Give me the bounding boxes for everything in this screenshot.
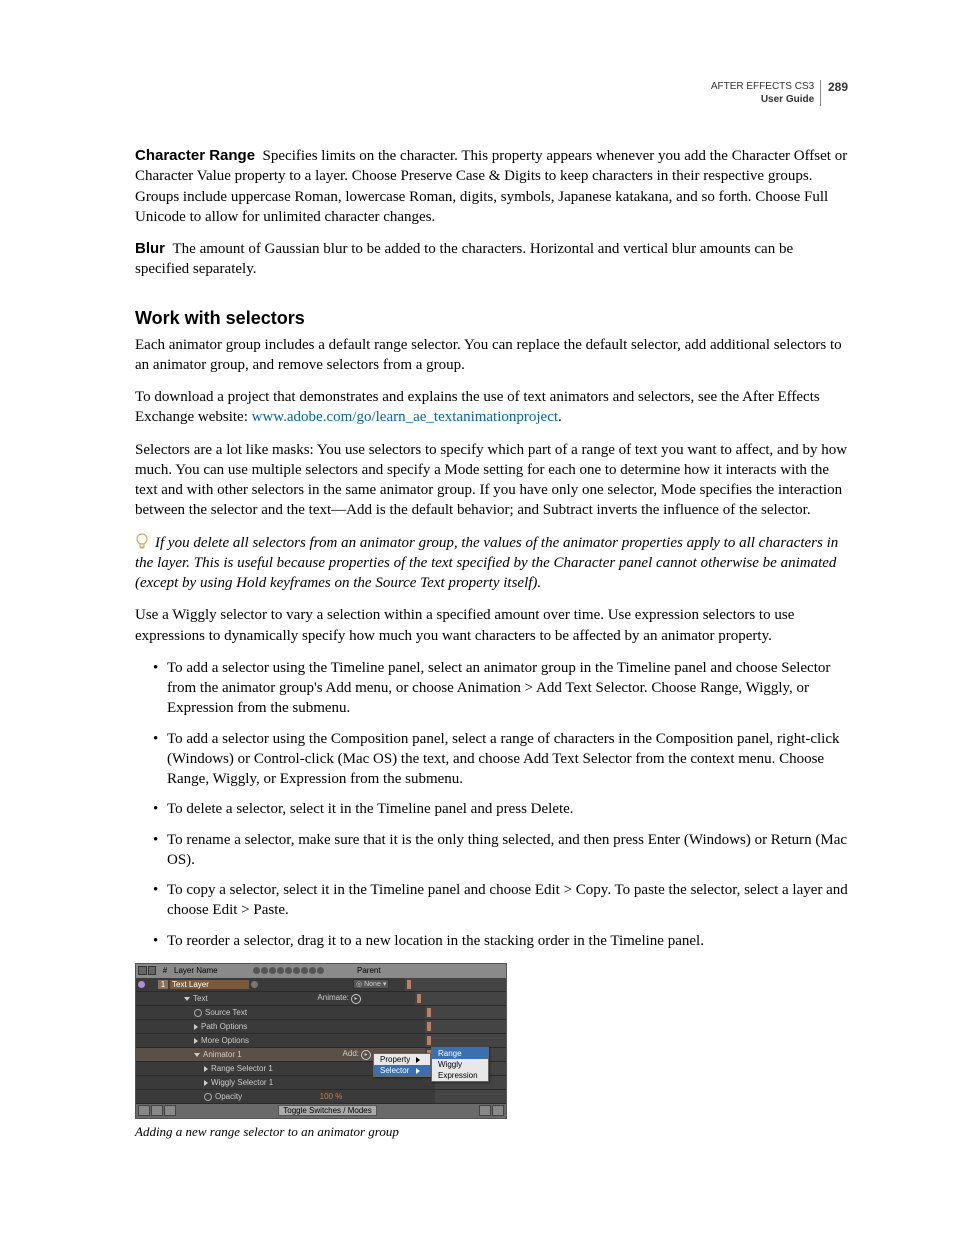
parent-dropdown[interactable]: ◎ None ▾: [353, 979, 389, 989]
figure: # Layer Name Parent 1 Text Layer ◎ None …: [135, 963, 848, 1140]
body-paragraph: Use a Wiggly selector to vary a selectio…: [135, 605, 848, 646]
animate-menu-icon[interactable]: ▸: [351, 994, 361, 1004]
bullet-list: To add a selector using the Timeline pan…: [135, 658, 848, 951]
footer-button[interactable]: [151, 1105, 163, 1116]
layer-row[interactable]: 1 Text Layer ◎ None ▾: [136, 978, 506, 992]
tip-text: If you delete all selectors from an anim…: [135, 535, 838, 592]
exchange-link[interactable]: www.adobe.com/go/learn_ae_textanimationp…: [252, 409, 558, 425]
add-menu-icon[interactable]: ▸: [361, 1050, 371, 1060]
flyout-item-selector[interactable]: Selector: [374, 1065, 430, 1076]
visibility-icon[interactable]: [138, 981, 145, 988]
add-label: Add:▸: [343, 1049, 371, 1060]
layer-number: 1: [158, 980, 168, 989]
selector-submenu: Range Wiggly Expression: [431, 1047, 489, 1082]
def-term: Blur: [135, 240, 165, 257]
figure-caption: Adding a new range selector to an animat…: [135, 1124, 848, 1140]
timeline-panel: # Layer Name Parent 1 Text Layer ◎ None …: [135, 963, 507, 1119]
list-item: To copy a selector, select it in the Tim…: [153, 880, 848, 921]
body-paragraph: To download a project that demonstrates …: [135, 387, 848, 428]
list-item: To reorder a selector, drag it to a new …: [153, 931, 848, 951]
add-flyout-menu: Property Selector: [373, 1053, 431, 1077]
eye-icon: [138, 966, 147, 975]
timeline-header: # Layer Name Parent: [136, 964, 506, 978]
stopwatch-icon[interactable]: [194, 1009, 202, 1017]
twirl-down-icon[interactable]: [184, 997, 190, 1001]
opacity-row[interactable]: Opacity 100 %: [136, 1090, 506, 1104]
footer-button[interactable]: [479, 1105, 491, 1116]
lightbulb-icon: [135, 533, 149, 551]
page: AFTER EFFECTS CS3 User Guide 289 Charact…: [0, 0, 954, 1220]
twirl-right-icon[interactable]: [194, 1038, 198, 1044]
column-number: #: [160, 966, 170, 975]
more-options-row[interactable]: More Options: [136, 1034, 506, 1048]
footer-button[interactable]: [164, 1105, 176, 1116]
path-options-row[interactable]: Path Options: [136, 1020, 506, 1034]
body-paragraph: Each animator group includes a default r…: [135, 335, 848, 376]
definitions: Character Range Specifies limits on the …: [135, 146, 848, 280]
list-item: To add a selector using the Composition …: [153, 729, 848, 790]
list-item: To add a selector using the Timeline pan…: [153, 658, 848, 719]
tip-paragraph: If you delete all selectors from an anim…: [135, 533, 848, 594]
flyout-item-wiggly[interactable]: Wiggly: [432, 1059, 488, 1070]
body-paragraph: Selectors are a lot like masks: You use …: [135, 440, 848, 521]
layer-name[interactable]: Text Layer: [170, 980, 249, 989]
twirl-right-icon[interactable]: [194, 1024, 198, 1030]
stopwatch-icon[interactable]: [204, 1093, 212, 1101]
product-name: AFTER EFFECTS CS3: [711, 81, 814, 92]
animator-row[interactable]: Animator 1 Add:▸ Property Selector Range…: [136, 1048, 506, 1062]
twirl-down-icon[interactable]: [194, 1053, 200, 1057]
page-number: 289: [828, 80, 848, 94]
list-item: To delete a selector, select it in the T…: [153, 799, 848, 819]
twirl-right-icon[interactable]: [204, 1080, 208, 1086]
list-item: To rename a selector, make sure that it …: [153, 830, 848, 871]
flyout-item-expression[interactable]: Expression: [432, 1070, 488, 1081]
def-character-range: Character Range Specifies limits on the …: [135, 146, 848, 227]
column-switches: [253, 967, 353, 974]
lock-icon: [148, 966, 157, 975]
toggle-switches-button[interactable]: Toggle Switches / Modes: [278, 1105, 377, 1116]
footer-button[interactable]: [138, 1105, 150, 1116]
opacity-value[interactable]: 100 %: [320, 1092, 343, 1101]
flyout-item-range[interactable]: Range: [432, 1048, 488, 1059]
source-text-row[interactable]: Source Text: [136, 1006, 506, 1020]
guide-label: User Guide: [761, 94, 814, 105]
page-header: AFTER EFFECTS CS3 User Guide 289: [135, 80, 848, 106]
def-term: Character Range: [135, 147, 255, 164]
animate-label: Animate:▸: [317, 993, 361, 1004]
footer-button[interactable]: [492, 1105, 504, 1116]
column-parent: Parent: [357, 966, 407, 975]
def-blur: Blur The amount of Gaussian blur to be a…: [135, 239, 848, 280]
twirl-right-icon[interactable]: [204, 1066, 208, 1072]
section-heading: Work with selectors: [135, 308, 848, 329]
text-group-row[interactable]: Text Animate:▸: [136, 992, 506, 1006]
def-body: The amount of Gaussian blur to be added …: [135, 241, 793, 277]
flyout-item-property[interactable]: Property: [374, 1054, 430, 1065]
column-layer-name: Layer Name: [174, 966, 249, 975]
timeline-footer: Toggle Switches / Modes: [136, 1104, 506, 1118]
